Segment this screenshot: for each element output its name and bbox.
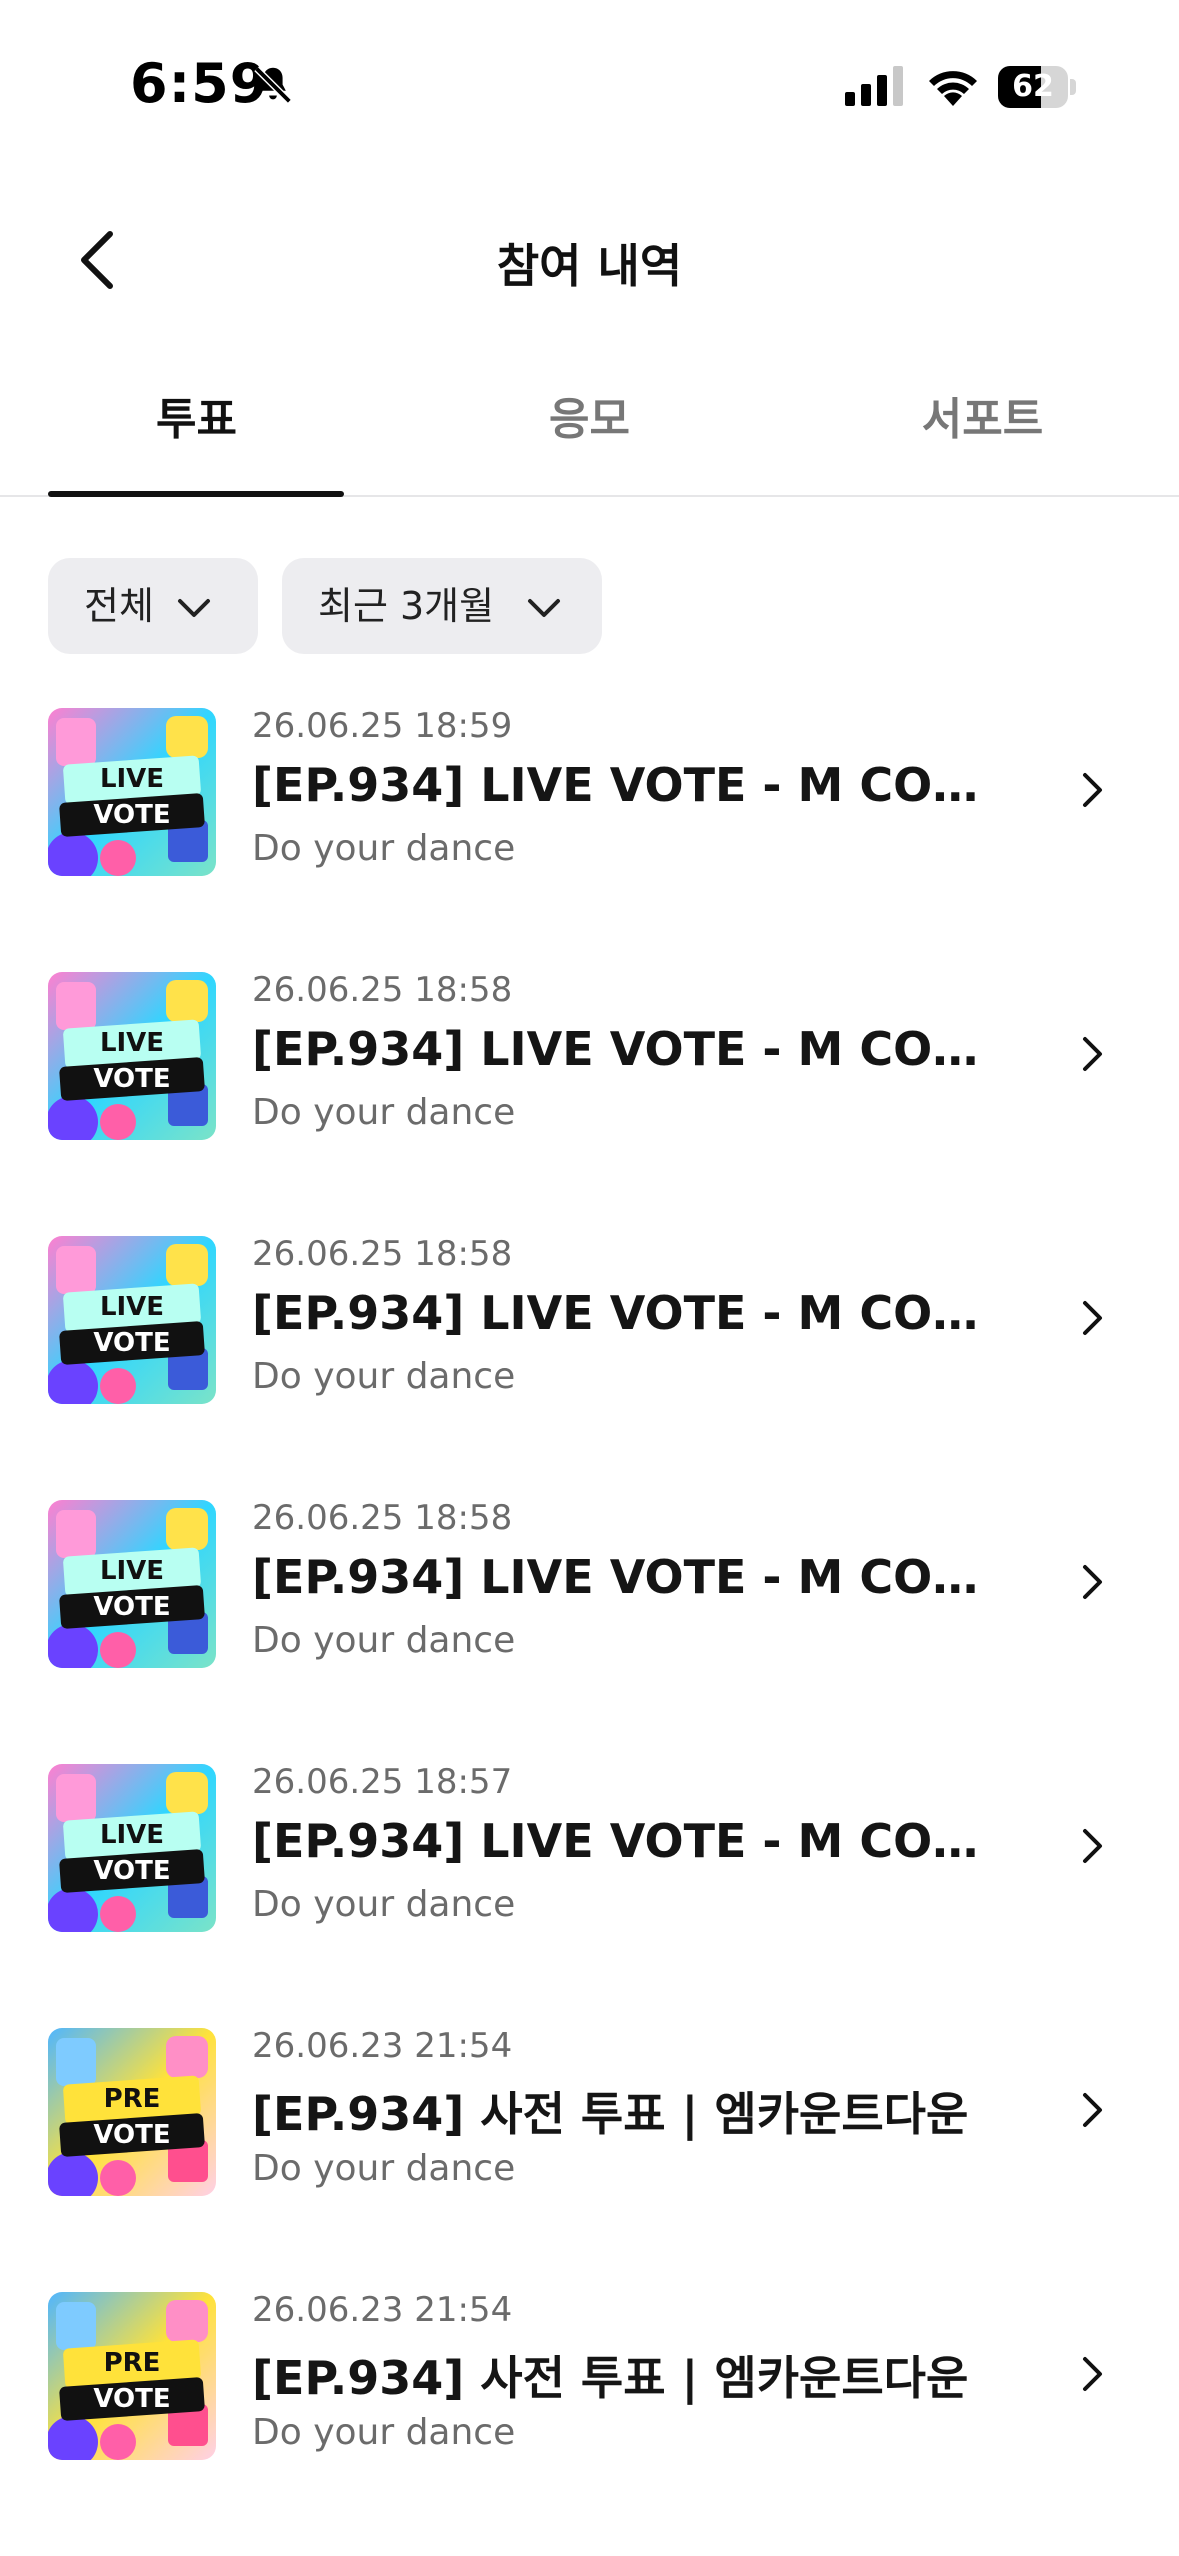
thumbnail-label-bottom: VOTE	[93, 2384, 171, 2414]
thumbnail-label-bottom: VOTE	[93, 2120, 171, 2150]
chevron-right-icon	[1083, 773, 1102, 807]
item-date: 26.06.23 21:54	[252, 2026, 513, 2066]
item-subtitle: Do your dance	[252, 1356, 516, 1397]
item-title: [EP.934] 사전 투표 | 엠카운트다운	[252, 2087, 969, 2141]
item-subtitle: Do your dance	[252, 2148, 516, 2189]
thumbnail-label-bottom: VOTE	[93, 1592, 171, 1622]
filter-period-dropdown[interactable]: 최근 3개월	[282, 558, 602, 654]
vote-thumbnail: LIVE VOTE	[48, 972, 216, 1140]
item-title: [EP.934] LIVE VOTE - M COUNTDOWN	[252, 1286, 1012, 1340]
filter-category-label: 전체	[84, 584, 154, 628]
header: 참여 내역	[0, 190, 1179, 330]
status-time: 6:59	[130, 52, 269, 115]
vote-thumbnail: LIVE VOTE	[48, 1500, 216, 1668]
chevron-right-icon	[1083, 1037, 1102, 1071]
battery-icon: 62	[998, 66, 1076, 108]
vote-thumbnail: LIVE VOTE	[48, 1764, 216, 1932]
filter-period-label: 최근 3개월	[318, 584, 495, 628]
thumbnail-label-top: PRE	[103, 2084, 161, 2114]
thumbnail-label-top: LIVE	[99, 764, 165, 794]
vote-thumbnail: LIVE VOTE	[48, 708, 216, 876]
chevron-right-icon	[1083, 1565, 1102, 1599]
item-date: 26.06.23 21:54	[252, 2290, 513, 2330]
item-subtitle: Do your dance	[252, 2412, 516, 2453]
list-item[interactable]: PRE VOTE 26.06.23 21:54 [EP.934] 사전 투표 |…	[0, 2020, 1179, 2250]
item-title: [EP.934] LIVE VOTE - M COUNTDOWN	[252, 1022, 1012, 1076]
chevron-right-icon	[1083, 2093, 1102, 2127]
list-item[interactable]: LIVE VOTE 26.06.25 18:59 [EP.934] LIVE V…	[0, 700, 1179, 930]
thumbnail-label-top: LIVE	[99, 1292, 165, 1322]
status-bar: 6:59 62	[0, 0, 1179, 150]
signal-icon	[845, 66, 903, 106]
item-title: [EP.934] 사전 투표 | 엠카운트다운	[252, 2351, 969, 2405]
thumbnail-label-bottom: VOTE	[93, 1328, 171, 1358]
tab-support[interactable]: 서포트	[786, 360, 1179, 495]
list-item[interactable]: LIVE VOTE 26.06.25 18:58 [EP.934] LIVE V…	[0, 964, 1179, 1194]
thumbnail-label-top: LIVE	[99, 1820, 165, 1850]
chevron-down-icon	[178, 599, 210, 617]
thumbnail-label-bottom: VOTE	[93, 800, 171, 830]
thumbnail-label-bottom: VOTE	[93, 1856, 171, 1886]
bell-off-icon	[254, 66, 292, 104]
item-title: [EP.934] LIVE VOTE - M COUNTDOWN	[252, 1550, 1012, 1604]
thumbnail-label-top: PRE	[103, 2348, 161, 2378]
item-subtitle: Do your dance	[252, 1884, 516, 1925]
chevron-right-icon	[1083, 2357, 1102, 2391]
battery-level: 62	[1012, 69, 1054, 104]
item-title: [EP.934] LIVE VOTE - M COUNTDOWN	[252, 1814, 1012, 1868]
tab-indicator	[48, 491, 344, 497]
vote-thumbnail: PRE VOTE	[48, 2028, 216, 2196]
item-subtitle: Do your dance	[252, 1092, 516, 1133]
thumbnail-label-top: LIVE	[99, 1028, 165, 1058]
list-item[interactable]: LIVE VOTE 26.06.25 18:58 [EP.934] LIVE V…	[0, 1492, 1179, 1722]
item-date: 26.06.25 18:58	[252, 970, 513, 1010]
chevron-down-icon	[528, 599, 560, 617]
vote-thumbnail: PRE VOTE	[48, 2292, 216, 2460]
list-item[interactable]: LIVE VOTE 26.06.25 18:57 [EP.934] LIVE V…	[0, 1756, 1179, 1986]
item-date: 26.06.25 18:58	[252, 1498, 513, 1538]
item-subtitle: Do your dance	[252, 828, 516, 869]
tab-vote[interactable]: 투표	[0, 360, 393, 495]
item-date: 26.06.25 18:57	[252, 1762, 513, 1802]
vote-thumbnail: LIVE VOTE	[48, 1236, 216, 1404]
wifi-icon	[929, 71, 977, 106]
thumbnail-label-bottom: VOTE	[93, 1064, 171, 1094]
page-title: 참여 내역	[496, 239, 683, 293]
list-item[interactable]: PRE VOTE 26.06.23 21:54 [EP.934] 사전 투표 |…	[0, 2284, 1179, 2514]
item-date: 26.06.25 18:59	[252, 706, 513, 746]
chevron-right-icon	[1083, 1829, 1102, 1863]
tab-bar: 투표 응모 서포트	[0, 360, 1179, 497]
item-title: [EP.934] LIVE VOTE - M COUNTDOWN	[252, 758, 1012, 812]
item-subtitle: Do your dance	[252, 1620, 516, 1661]
filter-category-dropdown[interactable]: 전체	[48, 558, 258, 654]
list-item[interactable]: LIVE VOTE 26.06.25 18:58 [EP.934] LIVE V…	[0, 1228, 1179, 1458]
item-date: 26.06.25 18:58	[252, 1234, 513, 1274]
thumbnail-label-top: LIVE	[99, 1556, 165, 1586]
tab-entry[interactable]: 응모	[393, 360, 786, 495]
chevron-right-icon	[1083, 1301, 1102, 1335]
